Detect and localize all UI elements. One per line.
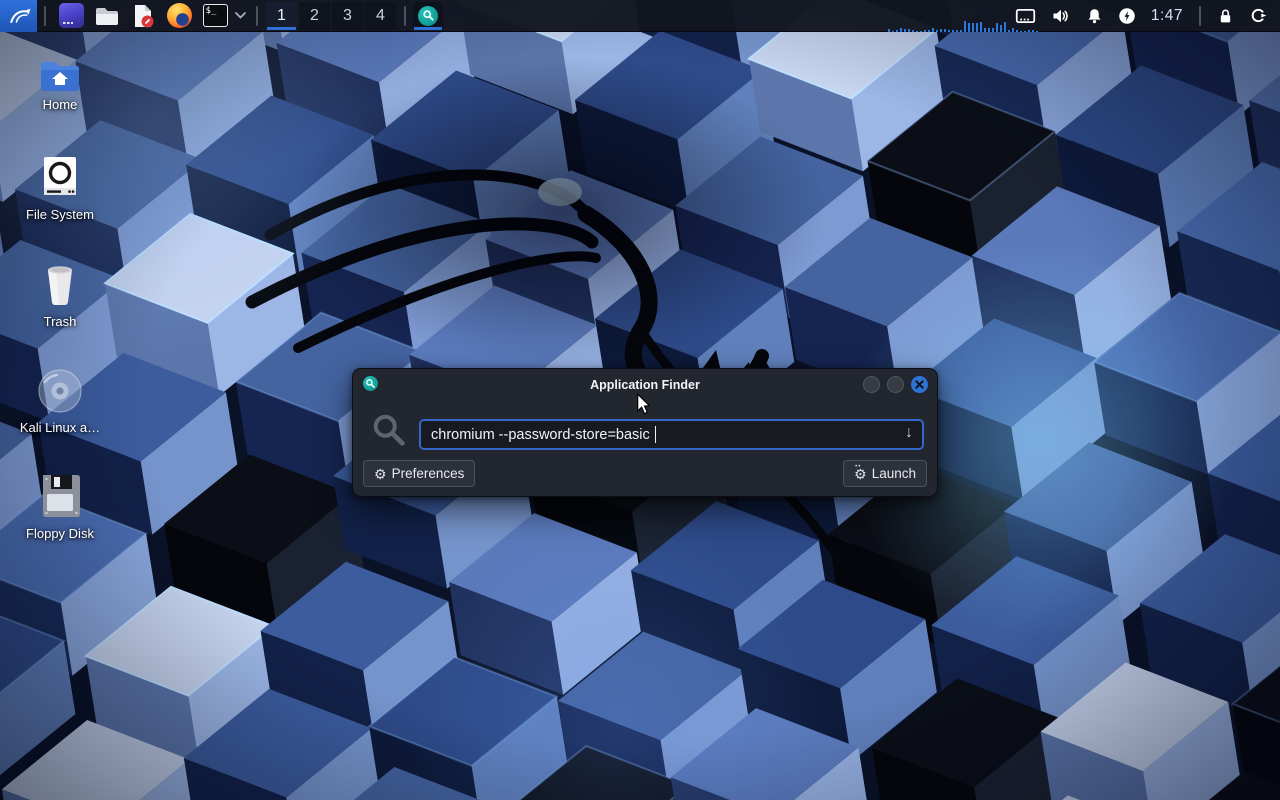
workspace-1[interactable]: 1 bbox=[266, 2, 297, 30]
kali-menu-button[interactable] bbox=[0, 0, 37, 32]
top-panel: $_ 1 2 3 4 bbox=[0, 0, 1280, 32]
desktop-icon-kali-cd[interactable]: Kali Linux a… bbox=[12, 368, 108, 435]
close-icon bbox=[915, 380, 924, 389]
lock-screen-icon[interactable] bbox=[1217, 7, 1234, 25]
workspace-2[interactable]: 2 bbox=[299, 2, 330, 30]
launcher-terminal-emulator[interactable]: $_ bbox=[201, 2, 229, 30]
folder-icon bbox=[94, 3, 120, 29]
close-button[interactable] bbox=[911, 376, 928, 393]
application-finder-icon bbox=[363, 376, 378, 391]
hard-drive-icon bbox=[39, 155, 81, 201]
text-caret bbox=[655, 426, 657, 443]
logout-icon[interactable] bbox=[1249, 6, 1268, 25]
mouse-cursor bbox=[636, 393, 651, 420]
desktop-icon-floppy-disk[interactable]: Floppy Disk bbox=[12, 472, 108, 541]
desktop-icon-label: Trash bbox=[44, 315, 77, 329]
launcher-dropdown-arrow[interactable] bbox=[234, 11, 247, 20]
launch-button[interactable]: ••⚙ Launch bbox=[843, 460, 927, 487]
system-tray: 1:47 bbox=[1015, 6, 1280, 26]
search-icon bbox=[371, 412, 409, 455]
floppy-disk-icon bbox=[37, 472, 83, 520]
text-editor-icon bbox=[130, 3, 156, 29]
home-folder-icon bbox=[39, 57, 81, 91]
launcher-terminal[interactable] bbox=[57, 2, 85, 30]
launch-run-icon: ••⚙ bbox=[854, 467, 867, 481]
application-finder-icon bbox=[418, 6, 438, 26]
kali-logo-icon bbox=[7, 4, 31, 28]
panel-separator bbox=[1199, 6, 1201, 26]
desktop-icon-label: Kali Linux a… bbox=[20, 421, 100, 435]
minimize-button[interactable] bbox=[863, 376, 880, 393]
window-title: Application Finder bbox=[353, 378, 937, 392]
launcher-firefox[interactable] bbox=[165, 2, 193, 30]
desktop-icon-file-system[interactable]: File System bbox=[12, 155, 108, 222]
command-input-value: chromium --password-store=basic bbox=[431, 427, 654, 443]
dropdown-arrow-icon[interactable]: ↓ bbox=[905, 424, 913, 442]
terminal-prompt-icon: $_ bbox=[203, 4, 228, 27]
clock[interactable]: 1:47 bbox=[1151, 7, 1183, 25]
desktop-icon-label: Home bbox=[43, 98, 78, 112]
panel-mini-spectrum bbox=[888, 21, 1038, 32]
preferences-button-label: Preferences bbox=[392, 466, 465, 481]
application-finder-window: Application Finder chromium --passw bbox=[352, 368, 938, 497]
launch-button-label: Launch bbox=[872, 466, 916, 481]
panel-separator bbox=[404, 6, 406, 26]
workspace-3[interactable]: 3 bbox=[332, 2, 363, 30]
workspace-4[interactable]: 4 bbox=[365, 2, 396, 30]
workspace-switcher: 1 2 3 4 bbox=[266, 2, 396, 30]
gear-icon: ⚙ bbox=[374, 467, 387, 481]
desktop-icon-label: Floppy Disk bbox=[26, 527, 94, 541]
desktop-icon-home[interactable]: Home bbox=[12, 57, 108, 112]
launcher-file-manager[interactable] bbox=[93, 2, 121, 30]
terminal-app-icon bbox=[59, 3, 84, 28]
taskbar-item-application-finder[interactable] bbox=[413, 2, 443, 30]
volume-icon[interactable] bbox=[1051, 7, 1071, 25]
maximize-button[interactable] bbox=[887, 376, 904, 393]
cd-disc-icon bbox=[37, 368, 83, 414]
preferences-button[interactable]: ⚙ Preferences bbox=[363, 460, 475, 487]
trash-bin-icon bbox=[39, 262, 81, 308]
firefox-icon bbox=[167, 3, 192, 28]
command-input[interactable]: chromium --password-store=basic ↓ bbox=[419, 419, 924, 450]
panel-separator bbox=[256, 6, 258, 26]
panel-separator bbox=[44, 6, 46, 26]
desktop-icon-label: File System bbox=[26, 208, 94, 222]
desktop-icon-trash[interactable]: Trash bbox=[12, 262, 108, 329]
power-manager-icon[interactable] bbox=[1118, 7, 1136, 25]
desktop-screen: $_ 1 2 3 4 bbox=[0, 0, 1280, 800]
chevron-down-icon bbox=[234, 11, 247, 20]
notification-bell-icon[interactable] bbox=[1086, 7, 1103, 25]
launcher-text-editor[interactable] bbox=[129, 2, 157, 30]
